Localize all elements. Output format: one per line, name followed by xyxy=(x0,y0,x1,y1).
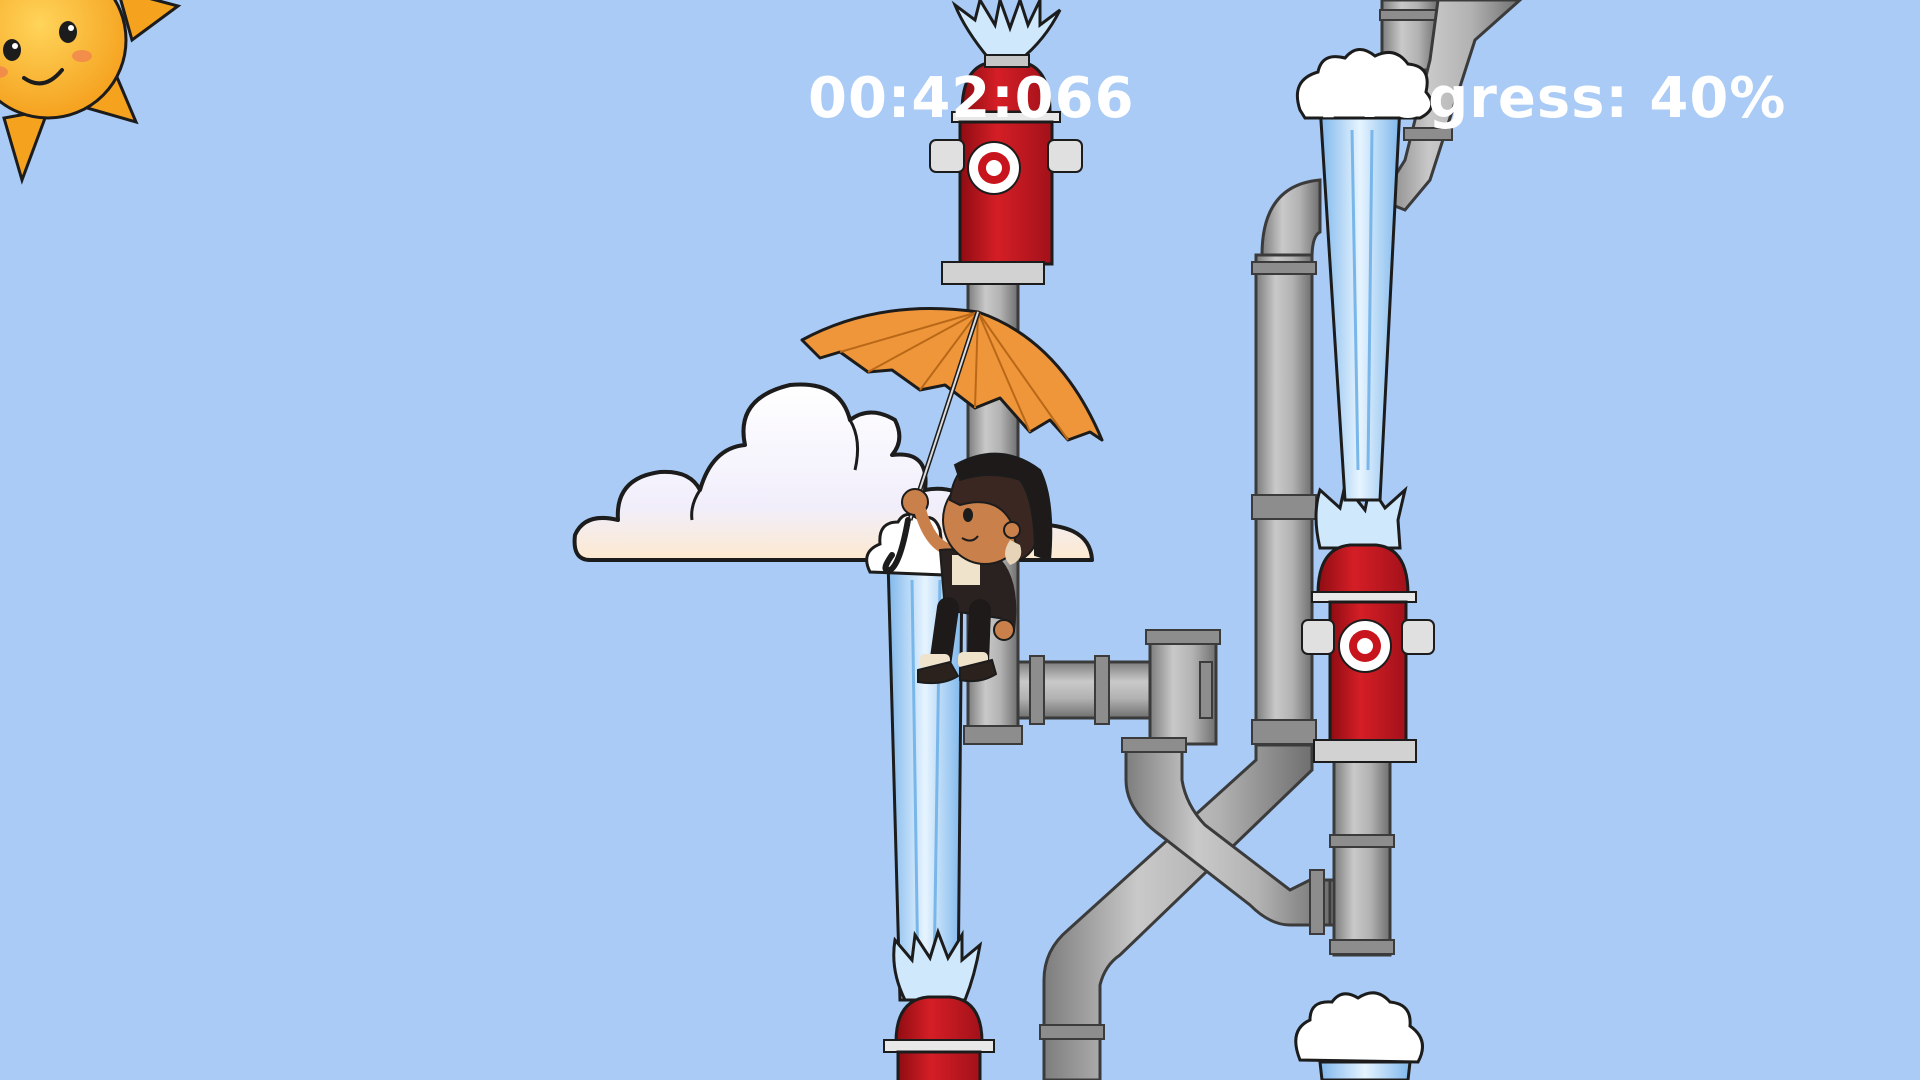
game-scene xyxy=(0,0,1523,1080)
fire-hydrant xyxy=(883,927,995,1080)
water-jet xyxy=(1318,103,1402,502)
sun-icon xyxy=(0,0,182,185)
fire-hydrant xyxy=(929,0,1083,285)
progress-display: Progress: 40% xyxy=(1318,66,1787,131)
timer-display: 00:42:066 xyxy=(808,66,1135,131)
water-foam xyxy=(1294,991,1424,1080)
fire-hydrant xyxy=(1301,481,1435,763)
